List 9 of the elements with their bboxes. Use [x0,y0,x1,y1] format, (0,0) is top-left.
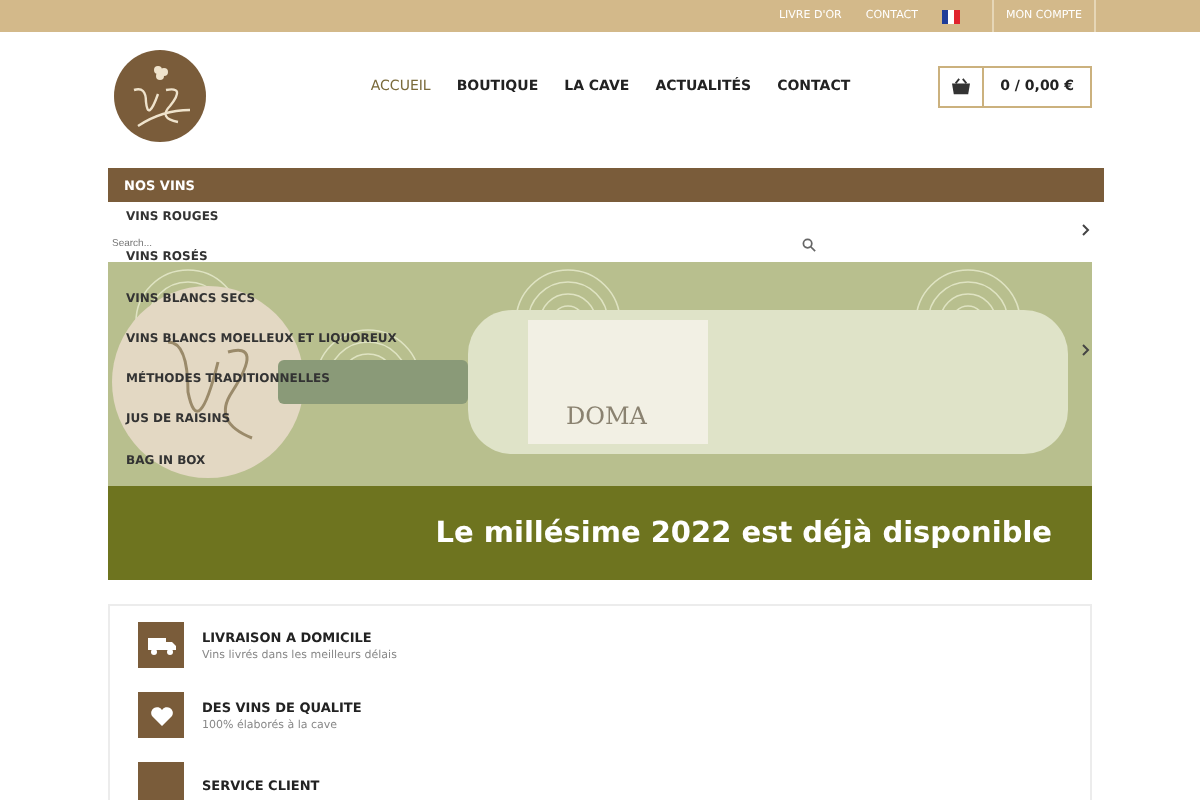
search-icon [802,237,816,251]
truck-icon [138,622,184,668]
banner-caption: Le millésime 2022 est déjà disponible [435,517,1052,549]
logo-icon[interactable] [114,50,206,142]
flag-icon[interactable] [941,9,960,23]
chevron-right-icon[interactable] [1082,344,1090,356]
chevron-right-icon[interactable] [1082,224,1090,236]
basket-icon [950,77,973,95]
bottle-label-text: DOMA [566,402,647,430]
